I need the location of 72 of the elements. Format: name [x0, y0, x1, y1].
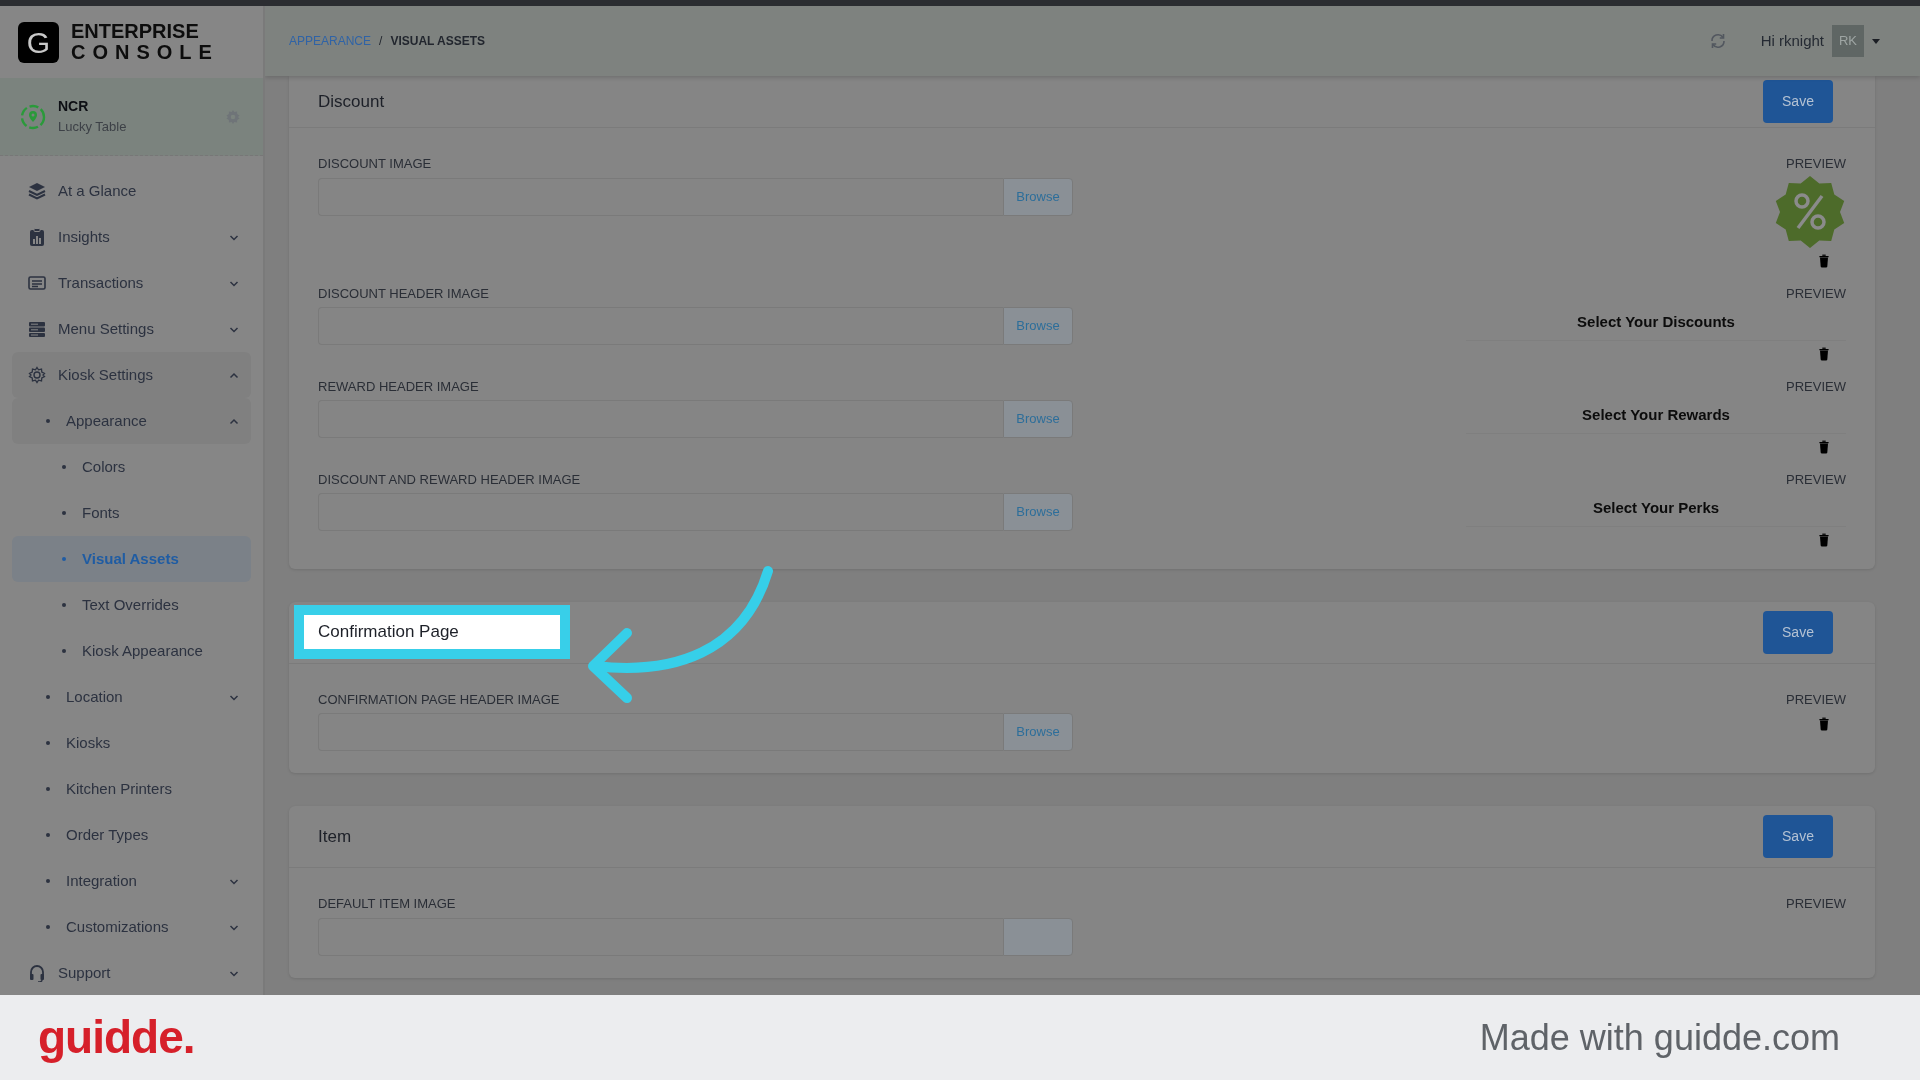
nav-item[interactable]: Integration: [12, 858, 251, 904]
section-title: Item: [318, 825, 352, 848]
store-subtitle: Lucky Table: [58, 118, 127, 137]
file-path-field[interactable]: [318, 493, 1003, 531]
nav-item[interactable]: Colors: [12, 444, 251, 490]
headset-icon: [28, 964, 46, 982]
field-label: DISCOUNT HEADER IMAGE: [318, 284, 490, 303]
preview-label: PREVIEW: [1786, 284, 1846, 303]
preview-label: PREVIEW: [1786, 690, 1846, 709]
preview-heading: Select Your Perks: [1466, 491, 1846, 527]
clipboard-chart-icon: [28, 228, 46, 246]
nav-item[interactable]: Fonts: [12, 490, 251, 536]
brand-name: CONSOLE: [71, 42, 219, 63]
nav-item[interactable]: Kiosks: [12, 720, 251, 766]
store-name: NCR: [58, 97, 90, 117]
nav-item[interactable]: Menu Settings: [12, 306, 251, 352]
nav-item[interactable]: Location: [12, 674, 251, 720]
layers-icon: [28, 182, 46, 200]
credit-text: Made with guidde.com: [1479, 1015, 1840, 1060]
save-button[interactable]: Save: [1763, 80, 1833, 123]
save-button[interactable]: Save: [1763, 610, 1833, 654]
receipt-icon: [28, 274, 46, 292]
caret-icon: [1872, 38, 1880, 44]
nav-item[interactable]: Appearance: [12, 398, 251, 444]
section-title: Discount: [318, 90, 385, 113]
file-path-field[interactable]: [318, 177, 1003, 216]
save-button[interactable]: Save: [1763, 815, 1833, 858]
percent-badge-icon: [1774, 175, 1846, 248]
nav-item[interactable]: Order Types: [12, 812, 251, 858]
preview-label: PREVIEW: [1786, 470, 1846, 489]
user-greeting: Hi rknight: [1760, 30, 1824, 51]
field-label: REWARD HEADER IMAGE: [318, 377, 480, 396]
nav-item[interactable]: Kiosk Appearance: [12, 628, 251, 674]
logo-mark: G: [18, 21, 59, 63]
preview-label: PREVIEW: [1786, 377, 1846, 396]
nav-item[interactable]: Kitchen Printers: [12, 766, 251, 812]
trash-icon[interactable]: [1818, 439, 1830, 454]
refresh-icon[interactable]: [1708, 32, 1727, 50]
nav-item[interactable]: Transactions: [12, 260, 251, 306]
trash-icon[interactable]: [1818, 532, 1830, 547]
preview-label: PREVIEW: [1786, 895, 1846, 913]
chevron-up-icon: [229, 370, 239, 380]
file-path-field[interactable]: [318, 917, 1003, 956]
field-label: DISCOUNT IMAGE: [318, 155, 433, 173]
trash-icon[interactable]: [1818, 717, 1830, 731]
nav-item[interactable]: At a Glance: [12, 168, 251, 214]
breadcrumb-current: VISUAL ASSETS: [390, 33, 486, 50]
nav-item[interactable]: Text Overrides: [12, 582, 251, 628]
trash-icon[interactable]: [1818, 253, 1830, 268]
file-path-field[interactable]: [318, 713, 1003, 751]
location-pin-icon: [20, 103, 46, 130]
guidde-logo: guidde.: [38, 1010, 195, 1065]
preview-heading: Select Your Rewards: [1466, 398, 1846, 434]
gear-icon: [28, 366, 46, 384]
nav-item[interactable]: Insights: [12, 214, 251, 260]
field-label: CONFIRMATION PAGE HEADER IMAGE: [318, 690, 561, 709]
file-path-field[interactable]: [318, 400, 1003, 438]
server-icon: [28, 320, 46, 338]
preview-heading: Select Your Discounts: [1466, 305, 1846, 341]
brand-name: ENTERPRISE: [71, 21, 200, 42]
field-label: DEFAULT ITEM IMAGE: [318, 895, 457, 913]
browse-button[interactable]: [1003, 917, 1073, 956]
nav-item[interactable]: Kiosk Settings: [12, 352, 251, 398]
field-label: DISCOUNT AND REWARD HEADER IMAGE: [318, 470, 582, 489]
preview-label: PREVIEW: [1786, 155, 1846, 173]
nav-item[interactable]: Customizations: [12, 904, 251, 950]
file-path-field[interactable]: [318, 307, 1003, 345]
breadcrumb-separator: /: [379, 33, 383, 50]
nav-item[interactable]: Support: [12, 950, 251, 996]
user-avatar[interactable]: RK: [1832, 25, 1864, 57]
trash-icon[interactable]: [1818, 346, 1830, 361]
chevron-up-icon: [229, 416, 239, 426]
